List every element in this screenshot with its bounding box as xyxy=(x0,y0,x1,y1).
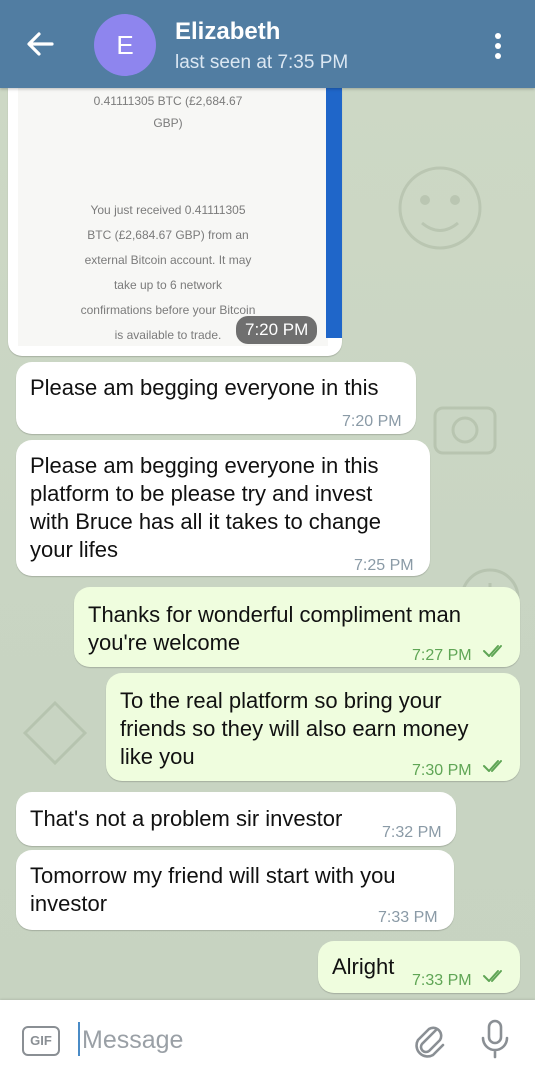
wallpaper-doodle xyxy=(22,700,88,766)
message-time: 7:32 PM xyxy=(382,824,442,841)
image-text-amount: 0.41111305 BTC (£2,684.67 GBP) xyxy=(93,94,243,130)
menu-button[interactable] xyxy=(486,28,510,64)
screenshot-image: 0.41111305 BTC (£2,684.67 GBP) You just … xyxy=(18,88,328,346)
double-check-icon xyxy=(483,760,502,772)
contact-name[interactable]: Elizabeth xyxy=(175,18,280,46)
message-bubble-incoming[interactable]: Please am begging everyone in this 7:20 … xyxy=(16,362,416,434)
message-text: That's not a problem sir investor xyxy=(30,806,343,831)
message-bubble-incoming[interactable]: Please am begging everyone in this platf… xyxy=(16,440,430,576)
message-time: 7:33 PM xyxy=(412,972,472,989)
message-time: 7:20 PM xyxy=(236,316,318,344)
message-text: Thanks for wonderful compliment man you'… xyxy=(88,602,461,655)
wallpaper-doodle xyxy=(398,166,482,250)
message-text: Alright xyxy=(332,954,395,979)
message-bubble-outgoing[interactable]: To the real platform so bring your frien… xyxy=(106,673,520,781)
last-seen-status: last seen at 7:35 PM xyxy=(175,52,349,73)
message-time: 7:30 PM xyxy=(412,762,472,779)
message-bubble-outgoing[interactable]: Thanks for wonderful compliment man you'… xyxy=(74,587,520,667)
wallpaper-doodle xyxy=(433,406,497,455)
voice-record-button[interactable] xyxy=(478,1018,512,1060)
image-accent-bar xyxy=(326,88,342,338)
message-time: 7:25 PM xyxy=(354,557,414,574)
avatar[interactable]: E xyxy=(94,14,156,76)
arrow-left-icon xyxy=(27,32,54,56)
gif-button[interactable]: GIF xyxy=(22,1026,60,1056)
double-check-icon xyxy=(483,970,502,982)
message-time: 7:33 PM xyxy=(378,909,438,926)
double-check-icon xyxy=(483,645,502,657)
more-vertical-icon xyxy=(495,33,501,59)
message-time: 7:20 PM xyxy=(342,413,402,430)
message-input[interactable] xyxy=(80,1018,384,1062)
back-button[interactable] xyxy=(22,26,58,62)
chat-header: E Elizabeth last seen at 7:35 PM xyxy=(0,0,535,88)
image-message[interactable]: 0.41111305 BTC (£2,684.67 GBP) You just … xyxy=(8,88,342,356)
paperclip-icon xyxy=(415,1026,445,1058)
message-text: Please am begging everyone in this xyxy=(30,375,379,400)
message-text: Please am begging everyone in this platf… xyxy=(30,453,381,562)
microphone-icon xyxy=(481,1019,509,1059)
message-time: 7:27 PM xyxy=(412,647,472,664)
message-composer: GIF xyxy=(0,1000,535,1080)
message-text: Tomorrow my friend will start with you i… xyxy=(30,863,396,916)
message-bubble-incoming[interactable]: That's not a problem sir investor 7:32 P… xyxy=(16,792,456,846)
attach-button[interactable] xyxy=(410,1018,446,1058)
message-bubble-incoming[interactable]: Tomorrow my friend will start with you i… xyxy=(16,850,454,930)
message-bubble-outgoing[interactable]: Alright 7:33 PM xyxy=(318,941,520,993)
